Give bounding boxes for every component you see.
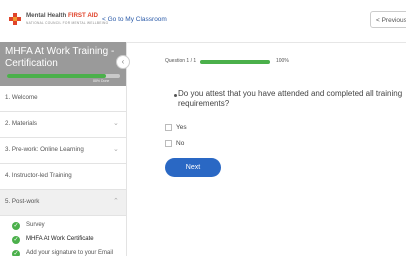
chevron-down-icon: ⌄ (113, 120, 119, 127)
mhfa-logo-icon (9, 13, 21, 25)
course-progress-fill (7, 74, 107, 78)
option-label: Yes (176, 124, 187, 131)
subitem-label: Survey (26, 222, 45, 228)
go-to-classroom-link[interactable]: < Go to My Classroom (102, 16, 167, 23)
check-circle-icon: ✓ (12, 222, 20, 230)
sidebar-item-label: 2. Materials (5, 120, 37, 127)
chevron-down-icon: ⌄ (113, 146, 119, 153)
subitem-certificate[interactable]: ✓ MHFA At Work Certificate (0, 234, 126, 248)
sidebar-item-instructor-led[interactable]: 4. Instructor-led Training (0, 164, 126, 190)
question-text: Do you attest that you have attended and… (178, 89, 403, 108)
collapse-sidebar-button[interactable]: ‹ (116, 55, 130, 69)
brand-subtitle: NATIONAL COUNCIL FOR MENTAL WELLBEING (26, 21, 109, 25)
subitem-signature[interactable]: ✓ Add your signature to your Email (0, 248, 126, 256)
chevron-left-icon: ‹ (121, 57, 125, 66)
question-progress-bar (200, 60, 270, 64)
next-button[interactable]: Next (165, 158, 221, 177)
check-circle-icon: ✓ (12, 250, 20, 256)
sidebar-item-post-work[interactable]: 5. Post-work ⌃ (0, 190, 126, 216)
brand-name: Mental Health FIRST AID (26, 12, 98, 19)
top-bar: Mental Health FIRST AID NATIONAL COUNCIL… (0, 0, 406, 43)
sidebar-item-welcome[interactable]: 1. Welcome (0, 86, 126, 112)
sidebar-item-label: 5. Post-work (5, 198, 40, 205)
sidebar-item-pre-work[interactable]: 3. Pre-work: Online Learning ⌄ (0, 138, 126, 164)
subitem-label: Add your signature to your Email (26, 250, 114, 256)
question-progress-fill (200, 60, 270, 64)
question-bullet (174, 94, 177, 97)
checkbox-yes[interactable] (165, 124, 172, 131)
check-circle-icon: ✓ (12, 236, 20, 244)
checkbox-no[interactable] (165, 140, 172, 147)
sidebar-item-label: 4. Instructor-led Training (5, 172, 72, 179)
course-header: MHFA At Work Training - Certification 88… (0, 42, 126, 86)
sidebar-item-materials[interactable]: 2. Materials ⌄ (0, 112, 126, 138)
previous-button[interactable]: < Previous (370, 11, 406, 28)
option-label: No (176, 140, 185, 147)
chevron-up-icon: ⌃ (113, 198, 119, 205)
subitem-label: MHFA At Work Certificate (26, 236, 94, 242)
course-title: MHFA At Work Training - Certification (5, 46, 115, 69)
course-progress-text: 88% Done (93, 79, 110, 83)
course-progress-bar (7, 74, 120, 78)
subitem-survey[interactable]: ✓ Survey (0, 220, 126, 234)
question-counter: Question 1 / 1 (165, 58, 197, 64)
sidebar-item-label: 1. Welcome (5, 94, 38, 101)
sidebar-item-label: 3. Pre-work: Online Learning (5, 146, 84, 153)
course-sidebar: MHFA At Work Training - Certification 88… (0, 42, 127, 256)
question-progress-percent: 100% (276, 58, 289, 64)
